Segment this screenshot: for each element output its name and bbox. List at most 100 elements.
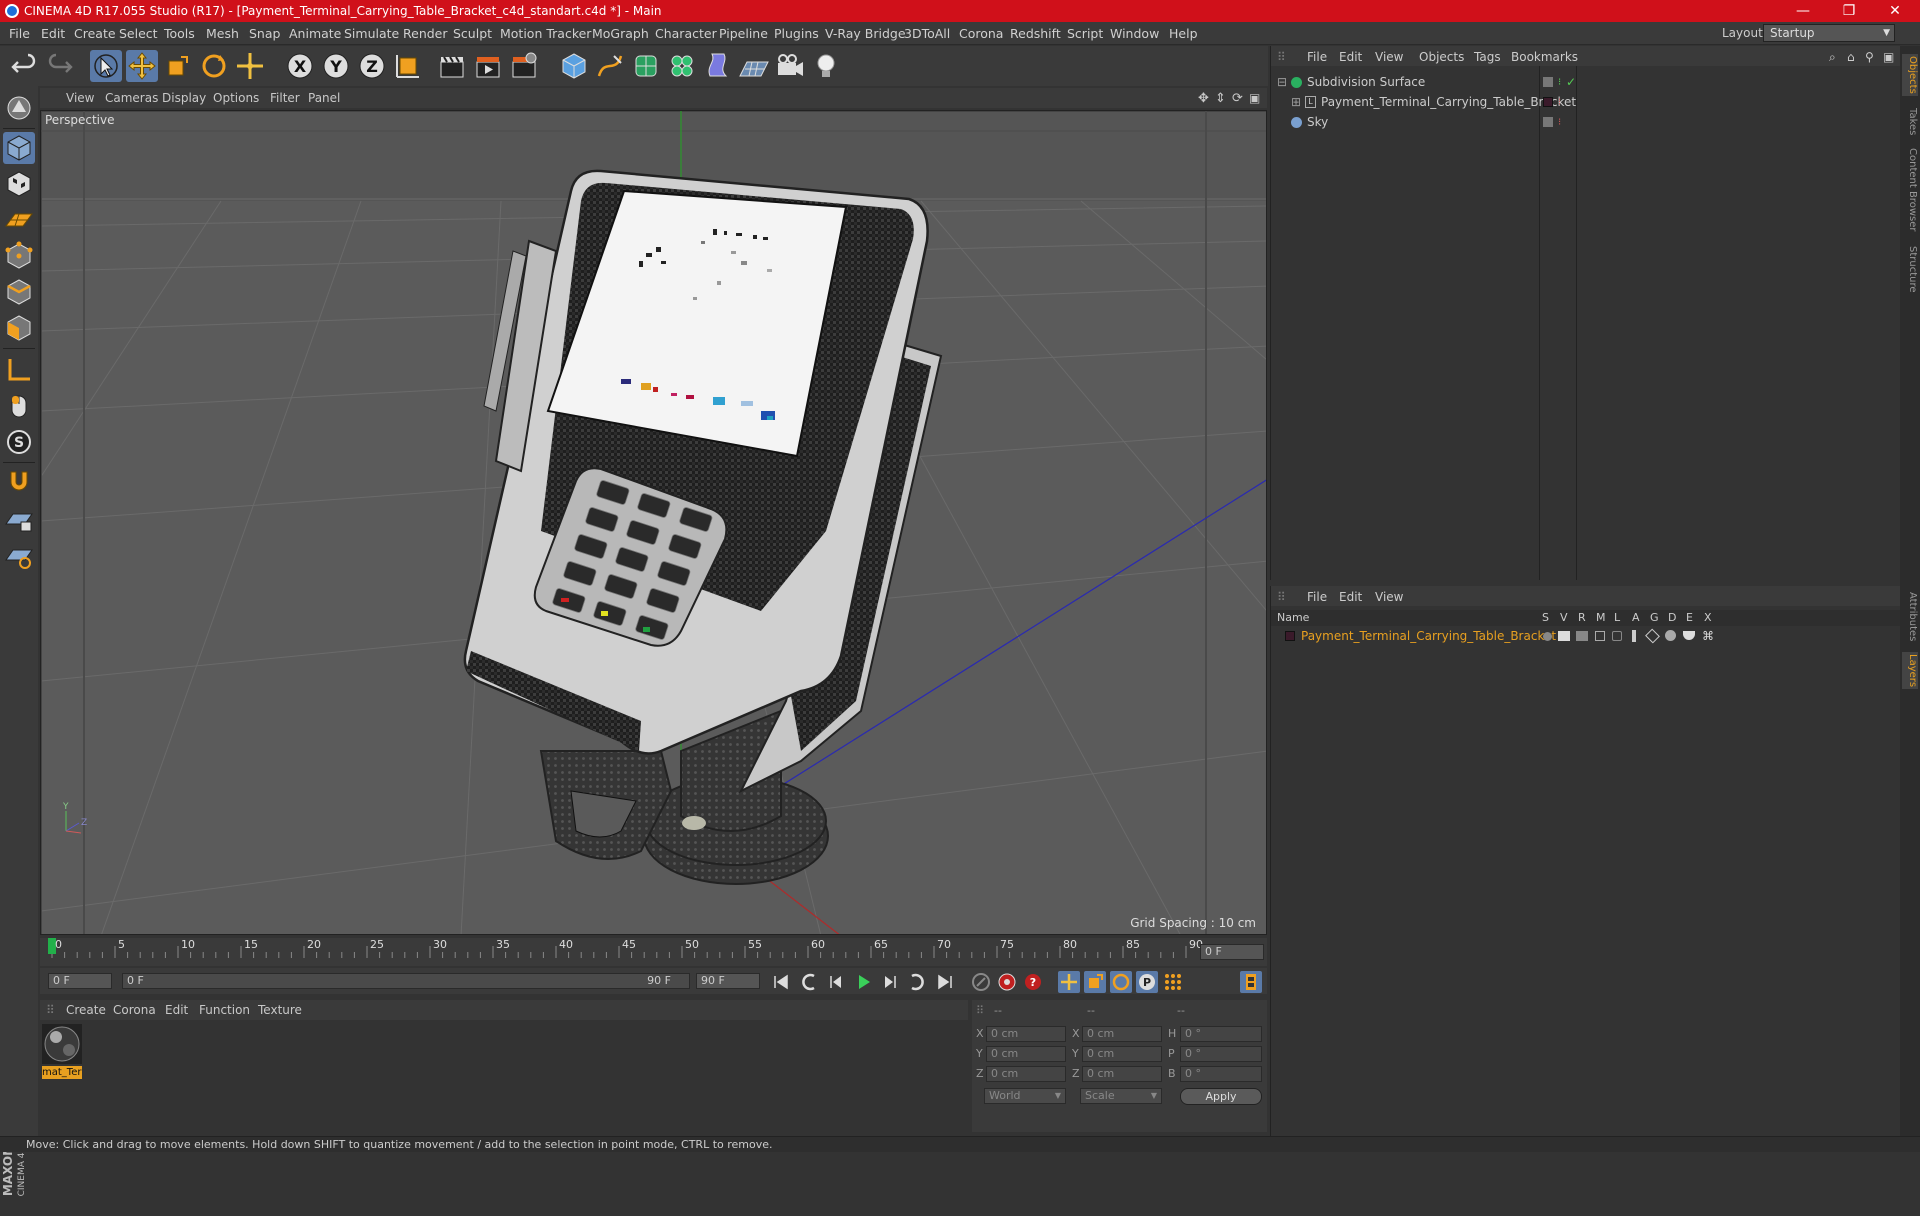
- cloner-button[interactable]: [666, 50, 698, 82]
- tab-takes[interactable]: Takes: [1902, 108, 1918, 135]
- undo-button[interactable]: [8, 50, 40, 82]
- visibility-dots-icon[interactable]: ⁝: [1558, 113, 1561, 132]
- layout-select[interactable]: Startup ▼: [1763, 24, 1895, 42]
- autokey-button[interactable]: [996, 971, 1018, 993]
- close-button[interactable]: ✕: [1872, 0, 1918, 22]
- layer-row[interactable]: Payment_Terminal_Carrying_Table_Bracket …: [1271, 627, 1901, 646]
- key-pla-button[interactable]: [1162, 971, 1184, 993]
- viewport-zoom-icon[interactable]: ⇕: [1215, 91, 1226, 106]
- frame-range-slider[interactable]: 0 F 90 F: [122, 973, 690, 989]
- workplane-lock-button[interactable]: [3, 504, 35, 536]
- key-rotation-button[interactable]: [1110, 971, 1132, 993]
- tab-attributes[interactable]: Attributes: [1902, 592, 1918, 641]
- previous-key-button[interactable]: [800, 971, 822, 993]
- viewport-perspective[interactable]: Y Z Perspective Grid Spacing : 10 cm: [40, 110, 1267, 935]
- obj-menu-view[interactable]: View: [1375, 50, 1403, 64]
- axis-mode-button[interactable]: [3, 354, 35, 386]
- panel-layout-icon[interactable]: ▣: [1883, 50, 1894, 64]
- position-z-field[interactable]: 0 cm: [986, 1066, 1066, 1082]
- obj-menu-tags[interactable]: Tags: [1474, 50, 1501, 64]
- menu-tools[interactable]: Tools: [164, 26, 195, 41]
- cube-button[interactable]: [558, 50, 590, 82]
- menu-vray-bridge[interactable]: V-Ray Bridge: [825, 26, 906, 41]
- animation-icon[interactable]: [1632, 630, 1636, 642]
- render-icon[interactable]: [1576, 631, 1588, 641]
- key-position-button[interactable]: [1058, 971, 1080, 993]
- current-frame-field[interactable]: 0 F: [1200, 944, 1264, 960]
- next-frame-button[interactable]: [878, 971, 900, 993]
- menu-help[interactable]: Help: [1169, 26, 1198, 41]
- make-editable-button[interactable]: [3, 92, 35, 124]
- viewport-rotate-icon[interactable]: ⟳: [1232, 91, 1243, 106]
- next-key-button[interactable]: [904, 971, 926, 993]
- record-keys-button[interactable]: [970, 971, 992, 993]
- size-z-field[interactable]: 0 cm: [1082, 1066, 1162, 1082]
- menu-snap[interactable]: Snap: [249, 26, 280, 41]
- spline-pen-button[interactable]: [594, 50, 626, 82]
- layer-menu-view[interactable]: View: [1375, 590, 1403, 604]
- vp-menu-panel[interactable]: Panel: [308, 91, 340, 105]
- layer-menu-file[interactable]: File: [1307, 590, 1327, 604]
- eye-icon[interactable]: [1558, 631, 1570, 641]
- point-mode-button[interactable]: [3, 240, 35, 272]
- obj-menu-edit[interactable]: Edit: [1339, 50, 1362, 64]
- solo-icon[interactable]: [1543, 632, 1552, 641]
- mat-menu-texture[interactable]: Texture: [258, 1003, 302, 1017]
- deformer-icon[interactable]: [1665, 630, 1676, 641]
- live-selection-button[interactable]: [90, 50, 122, 82]
- menu-simulate[interactable]: Simulate: [344, 26, 399, 41]
- tab-structure[interactable]: Structure: [1902, 246, 1918, 293]
- coordinate-system-button[interactable]: [392, 50, 424, 82]
- vp-menu-cameras[interactable]: Cameras: [105, 91, 158, 105]
- menu-corona[interactable]: Corona: [959, 26, 1003, 41]
- camera-button[interactable]: [774, 50, 806, 82]
- vp-menu-filter[interactable]: Filter: [270, 91, 300, 105]
- vp-menu-options[interactable]: Options: [213, 91, 259, 105]
- texture-mode-button[interactable]: [3, 168, 35, 200]
- rotation-p-field[interactable]: 0 °: [1180, 1046, 1262, 1062]
- manager-icon[interactable]: [1595, 631, 1605, 641]
- mat-menu-corona[interactable]: Corona: [113, 1003, 156, 1017]
- go-to-end-button[interactable]: [934, 971, 956, 993]
- tab-content-browser[interactable]: Content Browser: [1902, 148, 1918, 231]
- collapse-icon[interactable]: ⊟: [1277, 73, 1287, 92]
- enabled-check-icon[interactable]: ✓: [1566, 73, 1576, 92]
- minimize-button[interactable]: —: [1780, 0, 1826, 22]
- menu-create[interactable]: Create: [74, 26, 116, 41]
- menu-character[interactable]: Character: [655, 26, 717, 41]
- floor-button[interactable]: [738, 50, 770, 82]
- lock-icon[interactable]: [1612, 631, 1622, 641]
- menu-sculpt[interactable]: Sculpt: [453, 26, 492, 41]
- z-axis-button[interactable]: Z: [356, 50, 388, 82]
- expand-icon[interactable]: ⊞: [1291, 93, 1301, 112]
- home-icon[interactable]: ⌂: [1847, 50, 1855, 64]
- mat-menu-edit[interactable]: Edit: [165, 1003, 188, 1017]
- visibility-dots-icon[interactable]: ⁝: [1558, 93, 1561, 112]
- viewport-move-icon[interactable]: ✥: [1198, 91, 1209, 106]
- deformer-button[interactable]: [702, 50, 734, 82]
- tab-layers[interactable]: Layers: [1902, 652, 1918, 690]
- object-row-payment-terminal[interactable]: ⊞ L Payment_Terminal_Carrying_Table_Brac…: [1271, 93, 1901, 112]
- size-mode-select[interactable]: Scale ▼: [1080, 1088, 1162, 1104]
- rotation-b-field[interactable]: 0 °: [1180, 1066, 1262, 1082]
- keyframe-selection-button[interactable]: ?: [1022, 971, 1044, 993]
- timeline-ruler[interactable]: 0 5 10 15 20 25 30 35 40 45 50 55 60 65 70 75 80 85 90 0 F: [40, 938, 1267, 966]
- go-to-start-button[interactable]: [770, 971, 792, 993]
- magnet-button[interactable]: [3, 466, 35, 498]
- search-icon[interactable]: ⌕: [1829, 50, 1836, 65]
- object-row-sky[interactable]: Sky ⁝: [1271, 113, 1901, 132]
- coordinate-system-select[interactable]: World ▼: [984, 1088, 1066, 1104]
- transform-button[interactable]: [234, 50, 266, 82]
- menu-motion-tracker[interactable]: Motion Tracker: [500, 26, 591, 41]
- mat-menu-function[interactable]: Function: [199, 1003, 250, 1017]
- position-y-field[interactable]: 0 cm: [986, 1046, 1066, 1062]
- menu-window[interactable]: Window: [1110, 26, 1159, 41]
- size-x-field[interactable]: 0 cm: [1082, 1026, 1162, 1042]
- menu-mograph[interactable]: MoGraph: [592, 26, 649, 41]
- model-mode-button[interactable]: [3, 132, 35, 164]
- expression-icon[interactable]: [1683, 631, 1695, 640]
- redo-button[interactable]: [44, 50, 76, 82]
- menu-redshift[interactable]: Redshift: [1010, 26, 1061, 41]
- obj-menu-bookmarks[interactable]: Bookmarks: [1511, 50, 1578, 64]
- menu-pipeline[interactable]: Pipeline: [719, 26, 768, 41]
